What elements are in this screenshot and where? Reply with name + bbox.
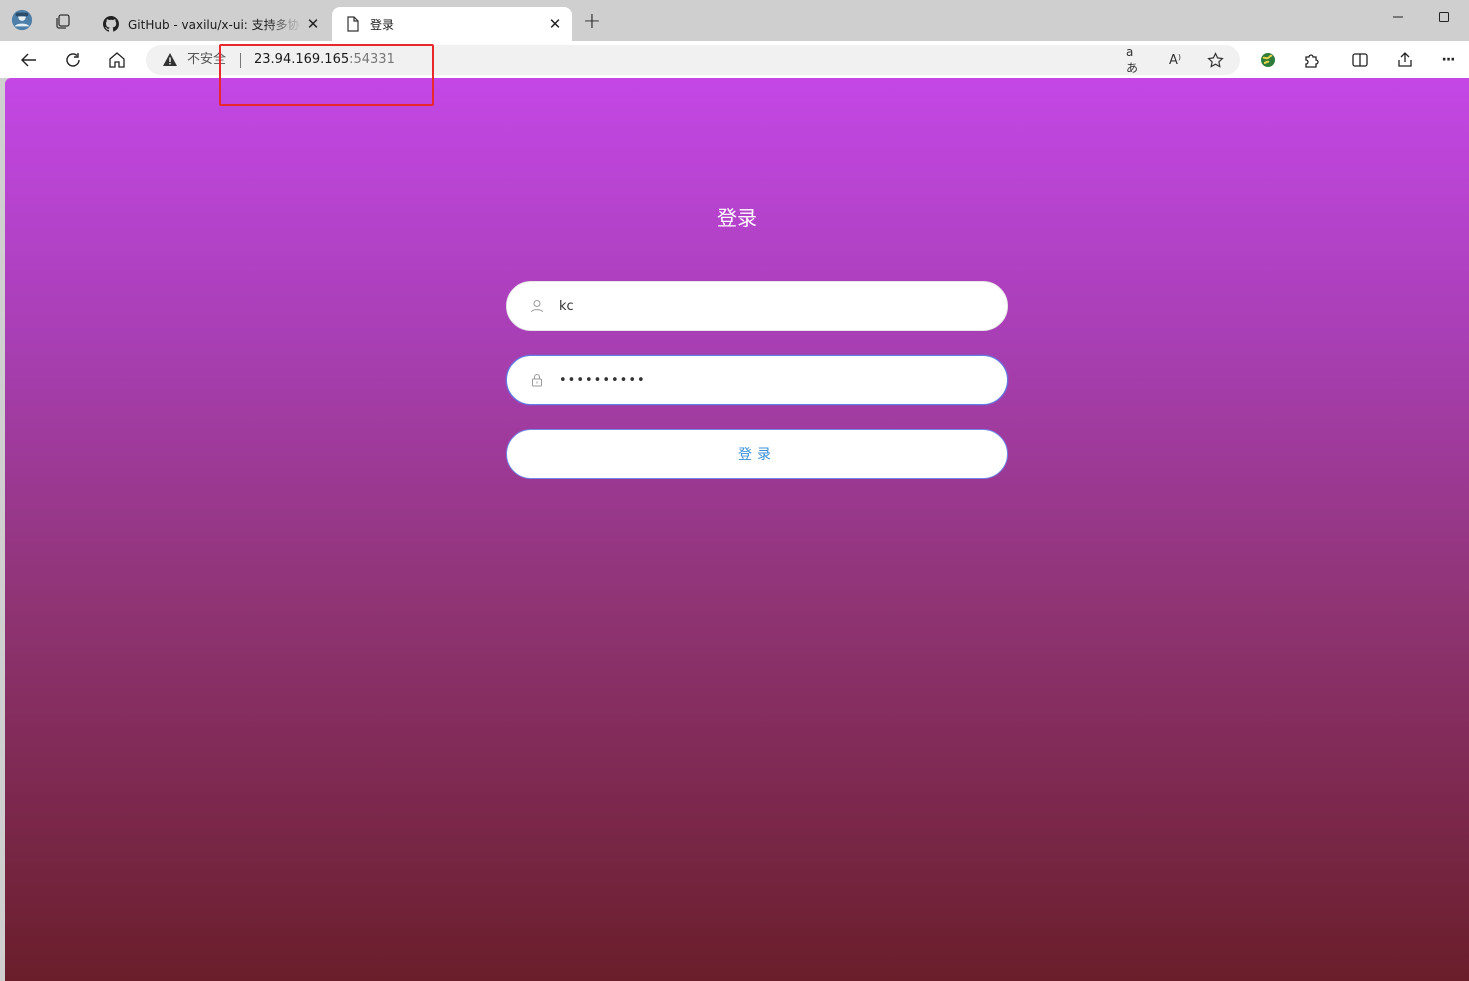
- tab-label: GitHub - vaxilu/x-ui: 支持多协议多: [128, 17, 302, 32]
- username-input[interactable]: [559, 298, 979, 314]
- new-tab-button[interactable]: +: [580, 11, 604, 35]
- security-label[interactable]: 不安全: [187, 52, 226, 68]
- tab-github[interactable]: GitHub - vaxilu/x-ui: 支持多协议多 ✕: [92, 7, 330, 41]
- url-port: :54331: [349, 52, 395, 67]
- user-icon: [529, 298, 545, 314]
- password-field[interactable]: [506, 355, 1008, 405]
- tab-login[interactable]: 登录 ✕: [332, 7, 572, 41]
- translate-icon[interactable]: aあ: [1126, 45, 1144, 75]
- extension-globe-icon[interactable]: [1257, 49, 1279, 71]
- star-icon[interactable]: [1206, 51, 1224, 69]
- collections-icon[interactable]: [52, 10, 74, 32]
- puzzle-icon[interactable]: [1301, 49, 1323, 71]
- browser-toolbar: 不安全 23.94.169.165:54331 aあ A⁾ ···: [0, 41, 1469, 78]
- page-icon: [344, 15, 362, 33]
- split-screen-icon[interactable]: [1349, 49, 1371, 71]
- close-icon[interactable]: ✕: [544, 13, 566, 35]
- more-icon[interactable]: ···: [1437, 49, 1459, 71]
- refresh-icon[interactable]: [61, 48, 85, 72]
- read-aloud-icon[interactable]: A⁾: [1166, 51, 1184, 69]
- warning-icon[interactable]: [162, 52, 178, 68]
- url-host: 23.94.169.165: [254, 52, 350, 67]
- home-icon[interactable]: [105, 48, 129, 72]
- maximize-icon[interactable]: [1432, 6, 1456, 28]
- browser-title-bar: GitHub - vaxilu/x-ui: 支持多协议多 ✕ 登录 ✕ +: [0, 0, 1469, 41]
- divider: [240, 53, 241, 68]
- page-title: 登录: [717, 206, 757, 230]
- login-page: 登录 登录: [5, 78, 1469, 981]
- minimize-icon[interactable]: [1386, 6, 1410, 28]
- password-input[interactable]: [559, 372, 979, 388]
- tab-label: 登录: [370, 17, 395, 32]
- address-bar[interactable]: 不安全 23.94.169.165:54331 aあ A⁾: [146, 45, 1240, 75]
- lock-icon: [529, 372, 545, 388]
- close-icon[interactable]: ✕: [302, 13, 324, 35]
- login-button[interactable]: 登录: [506, 429, 1008, 479]
- github-icon: [102, 15, 120, 33]
- share-icon[interactable]: [1394, 49, 1416, 71]
- back-arrow-icon[interactable]: [17, 48, 41, 72]
- profile-avatar-icon[interactable]: [11, 9, 33, 31]
- username-field[interactable]: [506, 281, 1008, 331]
- url-text[interactable]: 23.94.169.165:54331: [254, 52, 395, 68]
